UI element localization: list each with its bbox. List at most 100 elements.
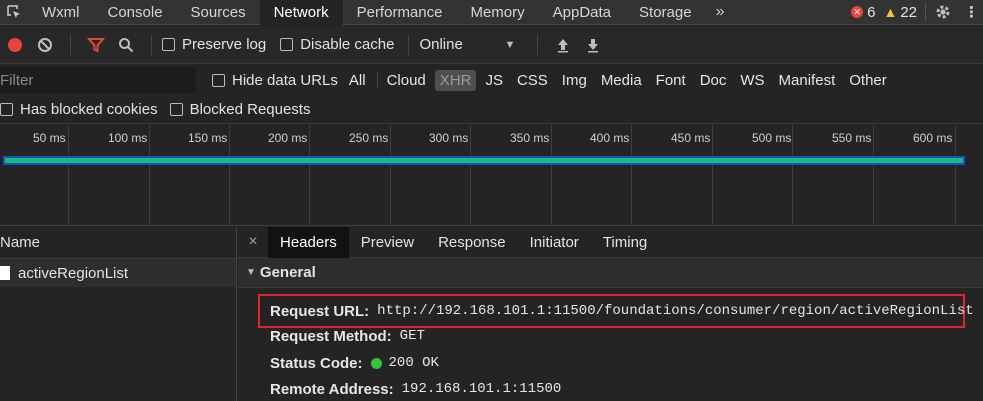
- status-code-row: Status Code: 200 OK: [270, 351, 439, 375]
- column-name-label: Name: [0, 234, 41, 251]
- type-filter-media[interactable]: Media: [596, 70, 647, 91]
- warning-icon: ▲: [883, 4, 898, 20]
- tick-line: [873, 125, 874, 225]
- more-tabs-chevron-icon[interactable]: »: [706, 3, 735, 21]
- divider: [925, 3, 926, 21]
- type-filter-cloud[interactable]: Cloud: [382, 70, 431, 91]
- name-column-header[interactable]: Name: [0, 227, 236, 259]
- tick-line: [955, 125, 956, 225]
- type-filter-manifest[interactable]: Manifest: [774, 70, 841, 91]
- tab-performance[interactable]: Performance: [343, 0, 457, 25]
- type-filter-img[interactable]: Img: [557, 70, 592, 91]
- blocked-filter-bar: Has blocked cookies Blocked Requests: [0, 96, 983, 124]
- tab-initiator[interactable]: Initiator: [518, 227, 591, 258]
- tick-line: [229, 125, 230, 225]
- divider: [408, 34, 410, 55]
- more-options-icon[interactable]: ⋮: [964, 3, 979, 21]
- tab-appdata[interactable]: AppData: [539, 0, 625, 25]
- type-filter-all[interactable]: All: [344, 70, 371, 91]
- general-section-header[interactable]: ▼ General: [238, 258, 983, 288]
- checkbox-box[interactable]: [169, 103, 183, 116]
- import-har-button[interactable]: [548, 30, 578, 60]
- tab-response[interactable]: Response: [426, 227, 518, 258]
- issue-counters[interactable]: ✕ 6 ▲ 22 ⋮: [851, 0, 983, 25]
- tab-console[interactable]: Console: [94, 0, 177, 25]
- request-details: × Headers Preview Response Initiator Tim…: [238, 226, 983, 401]
- filter-toggle-button[interactable]: [81, 30, 111, 60]
- type-filter-doc[interactable]: Doc: [695, 70, 732, 91]
- divider: [537, 34, 539, 55]
- blocked-requests-label: Blocked Requests: [189, 101, 311, 118]
- tick-label: 600 ms: [913, 131, 953, 145]
- tick-label: 200 ms: [268, 131, 308, 145]
- request-method-value: GET: [399, 328, 425, 344]
- checkbox-box[interactable]: [212, 73, 225, 87]
- hide-data-urls-checkbox[interactable]: Hide data URLs: [212, 72, 338, 89]
- checkbox-box[interactable]: [280, 38, 294, 51]
- tick-label: 150 ms: [188, 131, 228, 145]
- request-method-row: Request Method: GET: [270, 324, 425, 348]
- tick-line: [68, 125, 69, 225]
- tick-line: [712, 125, 713, 225]
- type-filter-other[interactable]: Other: [844, 70, 892, 91]
- request-name: activeRegionList: [18, 264, 129, 282]
- detail-tab-bar: × Headers Preview Response Initiator Tim…: [238, 226, 983, 258]
- file-icon: [0, 266, 10, 280]
- tab-wxml[interactable]: Wxml: [28, 0, 94, 25]
- disable-cache-label: Disable cache: [300, 36, 395, 53]
- tick-line: [309, 125, 310, 225]
- devtools-tab-bar: Wxml Console Sources Network Performance…: [0, 0, 983, 25]
- tick-line: [551, 125, 552, 225]
- tick-label: 350 ms: [510, 131, 550, 145]
- timeline-overview[interactable]: 50 ms 100 ms 150 ms 200 ms 250 ms 300 ms…: [0, 125, 983, 226]
- export-har-button[interactable]: [578, 30, 608, 60]
- record-button[interactable]: [0, 30, 30, 60]
- type-filter-xhr[interactable]: XHR: [434, 69, 477, 91]
- divider: [151, 34, 152, 55]
- clear-icon: [38, 37, 52, 52]
- type-filter-font[interactable]: Font: [651, 70, 691, 91]
- tab-network[interactable]: Network: [259, 0, 343, 25]
- tick-label: 400 ms: [590, 131, 630, 145]
- request-url-value: http://192.168.101.1:11500/foundations/c…: [377, 303, 974, 319]
- filter-input[interactable]: Filter: [0, 67, 196, 93]
- has-blocked-cookies-checkbox[interactable]: Has blocked cookies: [0, 101, 158, 118]
- type-filter-css[interactable]: CSS: [512, 70, 553, 91]
- checkbox-box[interactable]: [0, 103, 13, 116]
- checkbox-box[interactable]: [162, 38, 175, 51]
- status-code-value: 200 OK: [388, 355, 439, 371]
- tab-headers[interactable]: Headers: [268, 226, 349, 258]
- tab-memory[interactable]: Memory: [456, 0, 538, 25]
- tab-preview[interactable]: Preview: [349, 227, 426, 258]
- settings-gear-icon[interactable]: [934, 3, 952, 21]
- tab-storage[interactable]: Storage: [625, 0, 706, 25]
- blocked-requests-checkbox[interactable]: Blocked Requests: [169, 101, 311, 118]
- divider: [376, 72, 378, 88]
- clear-button[interactable]: [30, 30, 60, 60]
- tick-label: 250 ms: [349, 131, 389, 145]
- request-timeline-bar[interactable]: [3, 156, 965, 165]
- preserve-log-checkbox[interactable]: Preserve log: [162, 36, 266, 53]
- request-list: Name activeRegionList: [0, 227, 237, 401]
- tab-timing[interactable]: Timing: [591, 227, 659, 258]
- status-ok-icon: [370, 357, 382, 369]
- throttling-select[interactable]: Online ▼: [419, 36, 515, 53]
- request-method-label: Request Method:: [270, 327, 392, 345]
- tick-label: 550 ms: [832, 131, 872, 145]
- tab-sources[interactable]: Sources: [177, 0, 260, 25]
- inspect-element-icon[interactable]: [0, 0, 28, 25]
- request-row[interactable]: activeRegionList: [0, 259, 236, 287]
- status-code-label: Status Code:: [270, 354, 363, 372]
- network-toolbar: Preserve log Disable cache Online ▼: [0, 26, 983, 64]
- type-filter-js[interactable]: JS: [480, 70, 508, 91]
- search-button[interactable]: [111, 30, 141, 60]
- type-filter-ws[interactable]: WS: [735, 70, 769, 91]
- tick-label: 300 ms: [429, 131, 469, 145]
- throttling-value: Online: [419, 36, 463, 53]
- disable-cache-checkbox[interactable]: Disable cache: [280, 36, 394, 53]
- divider: [70, 34, 71, 55]
- filter-funnel-icon: [87, 37, 105, 53]
- preserve-log-label: Preserve log: [182, 36, 267, 53]
- tick-line: [149, 125, 150, 225]
- close-icon[interactable]: ×: [238, 233, 268, 251]
